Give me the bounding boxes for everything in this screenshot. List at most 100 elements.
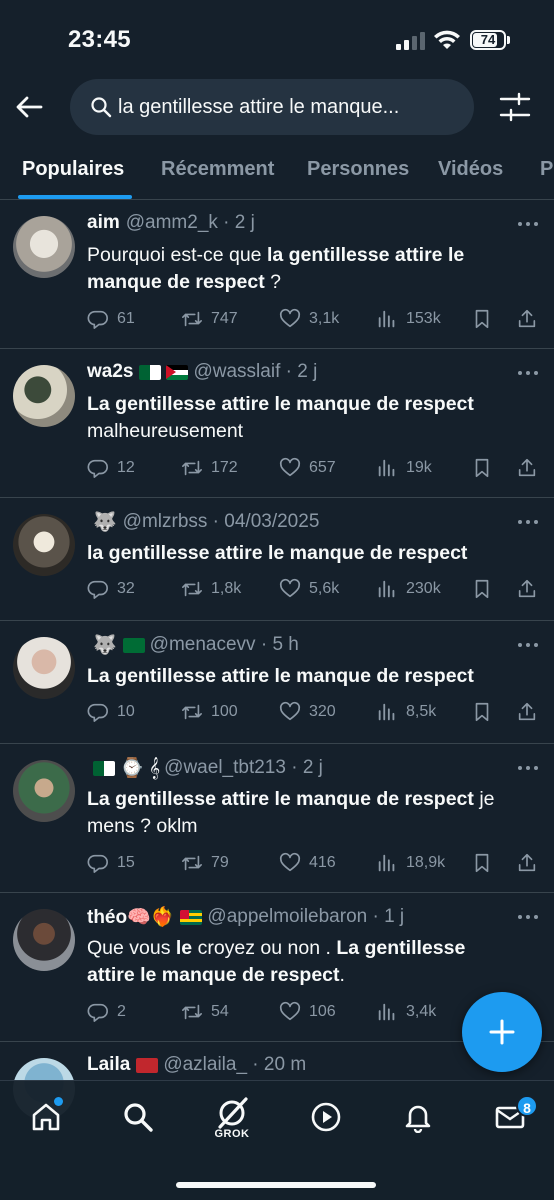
like-button[interactable]: 416 [279,848,336,878]
avatar[interactable] [13,365,75,427]
views-button[interactable]: 18,9k [376,848,445,878]
author-name[interactable]: théo🧠❤️‍🔥 [87,905,174,929]
share-button[interactable] [516,848,538,878]
views-button[interactable]: 230k [376,574,441,604]
share-button[interactable] [516,304,538,334]
tweet-card[interactable]: ⌚ 𝄞 @wael_tbt213 · 2 j La gentillesse at… [0,744,554,893]
share-button[interactable] [516,697,538,727]
author-name[interactable]: wa2s [87,361,133,383]
share-button[interactable] [516,453,538,483]
view-count: 3,4k [406,1003,437,1020]
view-count: 18,9k [406,854,446,871]
retweet-button[interactable]: 100 [181,697,238,727]
tweet-card[interactable]: 🐺 @menacevv · 5 h La gentillesse attire … [0,621,554,744]
arrow-left-icon [16,96,43,118]
avatar[interactable] [13,514,75,576]
retweet-icon [181,1001,203,1023]
reply-button[interactable]: 61 [87,304,135,334]
avatar[interactable] [13,909,75,971]
tweet-text: Que vous le croyez ou non . La gentilles… [87,937,466,986]
search-query: la gentillesse attire le manque... [118,95,400,118]
views-button[interactable]: 153k [376,304,441,334]
like-count: 320 [309,703,336,720]
search-input[interactable]: la gentillesse attire le manque... [70,79,474,135]
avatar[interactable] [13,637,75,699]
more-options-icon[interactable] [516,758,540,778]
retweet-button[interactable]: 172 [181,453,238,483]
author-name[interactable]: aim [87,212,120,234]
like-count: 657 [309,459,336,476]
author-handle-time[interactable]: @mlzrbss · 04/03/2025 [123,511,320,533]
more-options-icon[interactable] [516,635,540,655]
tab-personnes[interactable]: Personnes [307,158,409,181]
filter-sliders-icon[interactable] [498,90,532,124]
more-options-icon[interactable] [516,363,540,383]
bookmark-button[interactable] [471,453,493,483]
retweet-button[interactable]: 747 [181,304,238,334]
bookmark-button[interactable] [471,697,493,727]
battery-icon: 74 [470,30,506,50]
wifi-icon [434,30,460,49]
tab-more-partial[interactable]: P [540,158,553,181]
retweet-icon [181,578,203,600]
retweet-button[interactable]: 1,8k [181,574,241,604]
nav-video[interactable] [304,1095,348,1139]
tweet-card[interactable]: aim @amm2_k · 2 j Pourquoi est-ce que la… [0,200,554,349]
reply-button[interactable]: 15 [87,848,135,878]
retweet-button[interactable]: 54 [181,997,229,1027]
views-bar-icon [376,1001,398,1023]
compose-button[interactable] [462,992,542,1072]
tab-videos[interactable]: Vidéos [438,158,503,181]
reply-button[interactable]: 10 [87,697,135,727]
author-name[interactable]: Laila [87,1054,130,1076]
cellular-signal-icon [396,32,425,50]
retweet-button[interactable]: 79 [181,848,229,878]
like-button[interactable]: 3,1k [279,304,339,334]
bookmark-button[interactable] [471,304,493,334]
author-handle-time[interactable]: @wasslaif · 2 j [193,361,317,383]
back-button[interactable] [12,90,46,124]
tweet-actions: 10 100 320 8,5k [87,697,547,727]
bookmark-icon [471,701,493,723]
home-indicator [176,1182,376,1188]
reply-button[interactable]: 2 [87,997,126,1027]
tweet-text: La gentillesse attire le manque de respe… [87,788,495,837]
more-options-icon[interactable] [516,907,540,927]
like-button[interactable]: 320 [279,697,336,727]
more-options-icon[interactable] [516,512,540,532]
nav-search[interactable] [116,1095,160,1139]
views-button[interactable]: 3,4k [376,997,436,1027]
avatar[interactable] [13,760,75,822]
togo-flag-icon [180,909,203,925]
tweet-card[interactable]: 🐺 @mlzrbss · 04/03/2025 la gentillesse a… [0,498,554,621]
search-tabs: Populaires Récemment Personnes Vidéos P [0,140,554,200]
like-button[interactable]: 657 [279,453,336,483]
author-handle-time[interactable]: @amm2_k · 2 j [126,212,255,234]
reply-button[interactable]: 32 [87,574,135,604]
author-handle-time[interactable]: @appelmoilebaron · 1 j [207,906,404,928]
heart-icon [279,578,301,600]
author-handle-time[interactable]: @menacevv · 5 h [150,634,299,656]
bell-icon [405,1105,431,1133]
author-handle-time[interactable]: @wael_tbt213 · 2 j [164,757,323,779]
tweet-actions: 32 1,8k 5,6k 230k [87,574,547,604]
bookmark-icon [471,457,493,479]
nav-notifications[interactable] [396,1095,440,1139]
tab-recemment[interactable]: Récemment [161,158,274,181]
share-button[interactable] [516,574,538,604]
author-handle-time[interactable]: @azlaila_ · 20 m [163,1054,306,1076]
reply-icon [87,457,109,479]
tab-populaires[interactable]: Populaires [22,158,124,181]
avatar[interactable] [13,216,75,278]
like-button[interactable]: 5,6k [279,574,339,604]
views-button[interactable]: 19k [376,453,432,483]
tweet-card[interactable]: wa2s @wasslaif · 2 j La gentillesse atti… [0,349,554,498]
bookmark-button[interactable] [471,848,493,878]
like-count: 416 [309,854,336,871]
like-button[interactable]: 106 [279,997,336,1027]
wolf-emoji: 🐺 [93,512,117,533]
views-button[interactable]: 8,5k [376,697,436,727]
bookmark-button[interactable] [471,574,493,604]
reply-button[interactable]: 12 [87,453,135,483]
more-options-icon[interactable] [516,214,540,234]
